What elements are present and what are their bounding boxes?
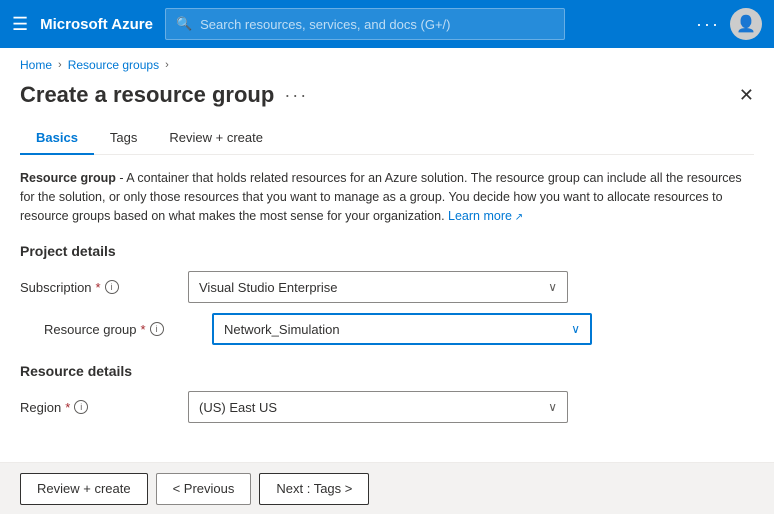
tab-tags[interactable]: Tags — [94, 122, 153, 155]
subscription-chevron-icon: ∨ — [548, 280, 557, 294]
page-title-left: Create a resource group ··· — [20, 82, 308, 108]
page-title: Create a resource group — [20, 82, 274, 108]
region-value: (US) East US — [199, 400, 277, 415]
app-title: Microsoft Azure — [40, 16, 153, 33]
region-dropdown[interactable]: (US) East US ∨ — [188, 391, 568, 423]
next-button[interactable]: Next : Tags > — [259, 473, 369, 505]
breadcrumb-sep-1: › — [58, 59, 62, 71]
subscription-dropdown[interactable]: Visual Studio Enterprise ∨ — [188, 271, 568, 303]
breadcrumb-sep-2: › — [165, 59, 169, 71]
region-label: Region * i — [20, 400, 180, 415]
breadcrumb-resource-groups[interactable]: Resource groups — [68, 58, 159, 72]
subscription-required: * — [96, 280, 101, 295]
page-options-icon[interactable]: ··· — [284, 85, 308, 106]
description: Resource group - A container that holds … — [20, 169, 754, 225]
resource-group-info-icon[interactable]: i — [150, 322, 164, 336]
subscription-label-text: Subscription — [20, 280, 92, 295]
close-button[interactable]: ✕ — [739, 85, 754, 106]
top-nav: ☰ Microsoft Azure 🔍 ··· 👤 — [0, 0, 774, 48]
footer: Review + create < Previous Next : Tags > — [0, 462, 774, 514]
resource-group-dropdown[interactable]: Network_Simulation ∨ — [212, 313, 592, 345]
tab-review-create[interactable]: Review + create — [153, 122, 279, 155]
main-content: Create a resource group ··· ✕ Basics Tag… — [0, 78, 774, 423]
resource-group-label: Resource group * i — [44, 322, 204, 337]
resource-group-required: * — [141, 322, 146, 337]
breadcrumb: Home › Resource groups › — [0, 48, 774, 78]
project-details-title: Project details — [20, 243, 754, 259]
search-icon: 🔍 — [176, 16, 192, 32]
nav-more-icon[interactable]: ··· — [696, 14, 720, 35]
breadcrumb-home[interactable]: Home — [20, 58, 52, 72]
review-create-button[interactable]: Review + create — [20, 473, 148, 505]
subscription-info-icon[interactable]: i — [105, 280, 119, 294]
resource-details-section: Resource details Region * i (US) East US… — [20, 363, 754, 423]
subscription-value: Visual Studio Enterprise — [199, 280, 338, 295]
hamburger-icon[interactable]: ☰ — [12, 14, 28, 35]
tab-basics[interactable]: Basics — [20, 122, 94, 155]
region-info-icon[interactable]: i — [74, 400, 88, 414]
subscription-label: Subscription * i — [20, 280, 180, 295]
region-required: * — [65, 400, 70, 415]
resource-group-value: Network_Simulation — [224, 322, 340, 337]
subscription-row: Subscription * i Visual Studio Enterpris… — [20, 271, 754, 303]
description-bold: Resource group — [20, 171, 116, 185]
avatar[interactable]: 👤 — [730, 8, 762, 40]
resource-details-title: Resource details — [20, 363, 754, 379]
resource-group-label-text: Resource group — [44, 322, 137, 337]
previous-button[interactable]: < Previous — [156, 473, 252, 505]
resource-group-row: Resource group * i Network_Simulation ∨ — [20, 313, 754, 345]
page-title-row: Create a resource group ··· ✕ — [20, 78, 754, 122]
resource-group-chevron-icon: ∨ — [571, 322, 580, 336]
region-label-text: Region — [20, 400, 61, 415]
region-chevron-icon: ∨ — [548, 400, 557, 414]
search-input[interactable] — [200, 17, 554, 32]
tabs: Basics Tags Review + create — [20, 122, 754, 155]
search-bar[interactable]: 🔍 — [165, 8, 565, 40]
description-text: - A container that holds related resourc… — [20, 171, 742, 223]
learn-more-link[interactable]: Learn more ↗ — [448, 209, 523, 223]
region-row: Region * i (US) East US ∨ — [20, 391, 754, 423]
external-link-icon: ↗ — [512, 212, 523, 223]
learn-more-label: Learn more — [448, 209, 512, 223]
project-details-section: Project details Subscription * i Visual … — [20, 243, 754, 345]
nav-right: ··· 👤 — [696, 8, 762, 40]
